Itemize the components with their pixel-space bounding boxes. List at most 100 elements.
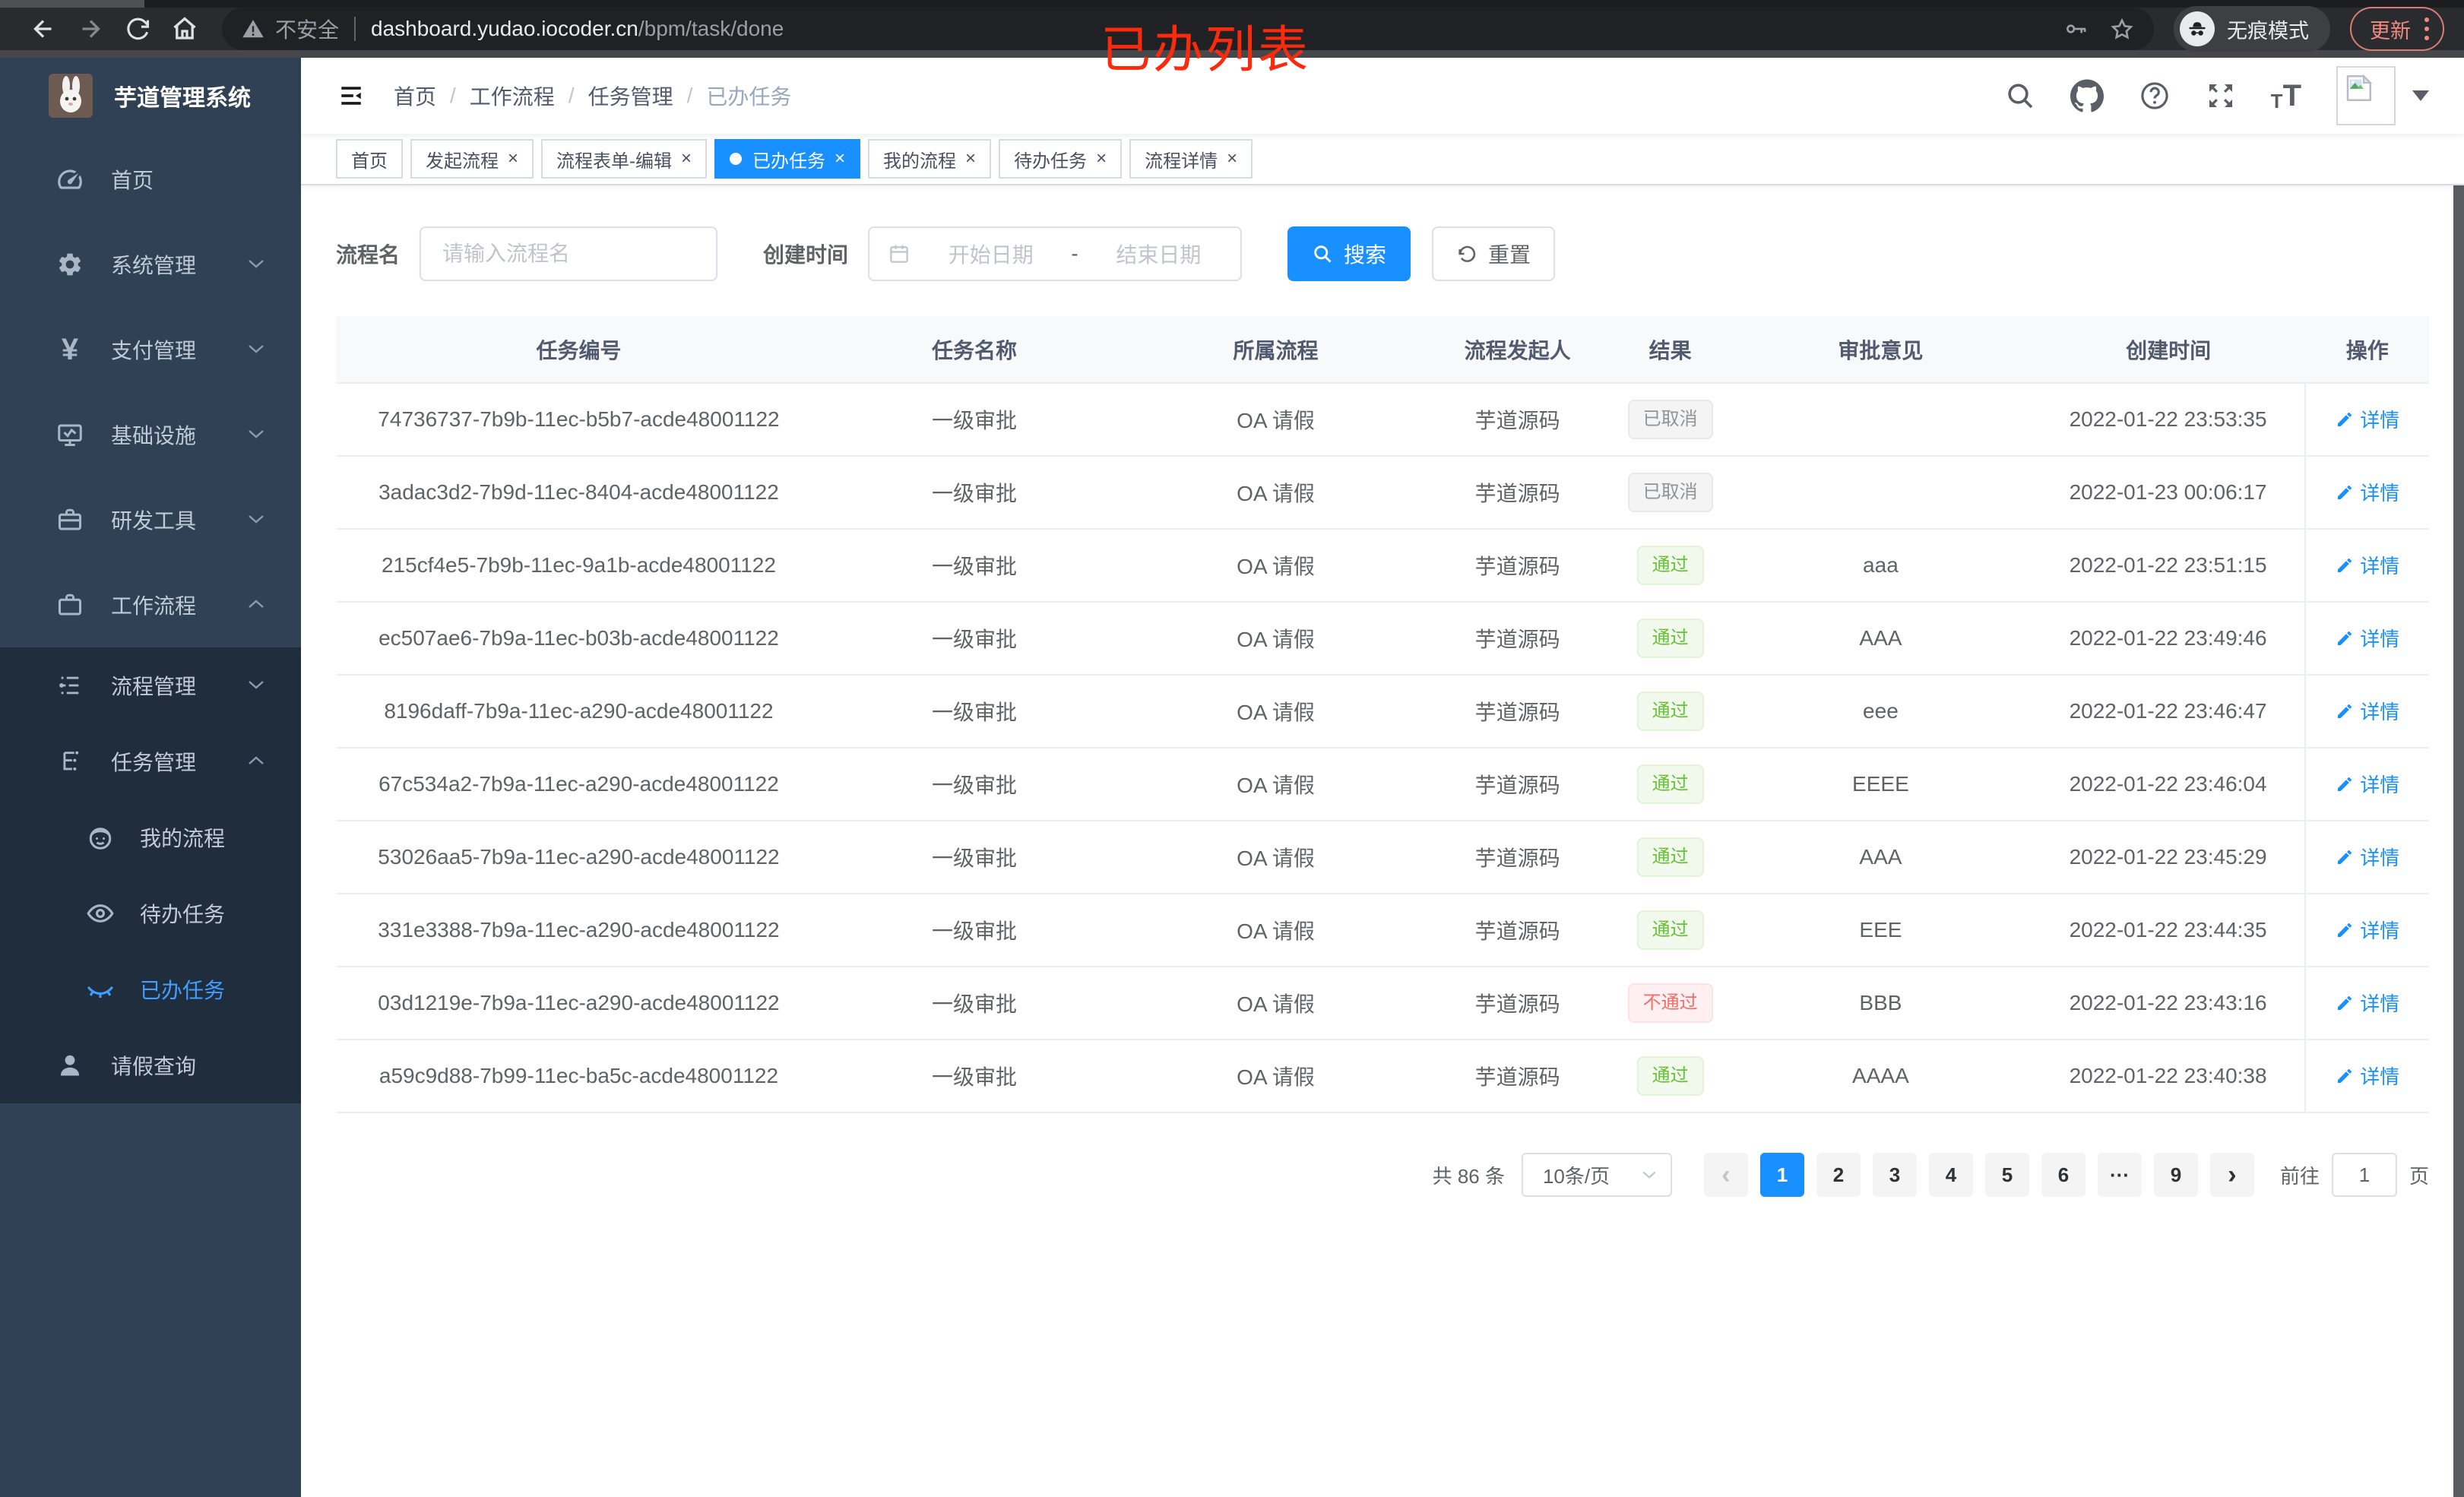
view-tab[interactable]: 首页 (336, 139, 403, 179)
avatar[interactable] (2336, 66, 2396, 125)
page-size-value[interactable]: 10条/页 (1543, 1161, 1610, 1189)
detail-button[interactable]: 详情 (2336, 916, 2399, 944)
sidebar-item-process-management[interactable]: 流程管理 (0, 647, 301, 723)
breadcrumb-task-management[interactable]: 任务管理 (588, 81, 673, 111)
view-tab-label[interactable]: 流程详情 (1145, 146, 1218, 172)
sidebar-item-payment[interactable]: ¥ 支付管理 (0, 307, 301, 392)
sidebar-item-todo-tasks[interactable]: 待办任务 (0, 875, 301, 951)
detail-button-label[interactable]: 详情 (2360, 989, 2399, 1017)
view-tab[interactable]: 待办任务 × (999, 139, 1123, 179)
browser-home-button[interactable] (161, 8, 208, 50)
tab-close-icon[interactable]: × (681, 148, 692, 169)
view-tab-label[interactable]: 待办任务 (1014, 146, 1087, 172)
view-tab[interactable]: 流程详情 × (1129, 139, 1253, 179)
tab-close-icon[interactable]: × (1227, 148, 1237, 169)
tab-close-icon[interactable]: × (835, 148, 845, 169)
url-path[interactable]: /bpm/task/done (638, 17, 784, 41)
detail-button-label[interactable]: 详情 (2360, 1062, 2399, 1090)
view-tab-label[interactable]: 已办任务 (752, 146, 825, 172)
view-tab[interactable]: 流程表单-编辑 × (541, 139, 708, 179)
pagination-next-button[interactable] (2209, 1153, 2254, 1197)
reset-button-label[interactable]: 重置 (1488, 239, 1531, 269)
detail-button[interactable]: 详情 (2336, 1062, 2399, 1090)
browser-update-button[interactable]: 更新 (2350, 7, 2444, 51)
page-scrollbar[interactable] (2453, 58, 2464, 1497)
page-size-select[interactable]: 10条/页 (1521, 1153, 1672, 1197)
detail-button[interactable]: 详情 (2336, 478, 2399, 506)
sidebar-item-done-tasks[interactable]: 已办任务 (0, 951, 301, 1027)
detail-button[interactable]: 详情 (2336, 770, 2399, 798)
detail-button-label[interactable]: 详情 (2360, 405, 2399, 433)
sidebar-item-leave-query[interactable]: 请假查询 (0, 1027, 301, 1103)
detail-button-label[interactable]: 详情 (2360, 624, 2399, 652)
sidebar-item-infrastructure[interactable]: 基础设施 (0, 392, 301, 477)
help-icon[interactable] (2139, 80, 2171, 112)
sidebar-item-system[interactable]: 系统管理 (0, 222, 301, 307)
detail-button-label[interactable]: 详情 (2360, 843, 2399, 871)
tab-close-icon[interactable]: × (1096, 148, 1107, 169)
browser-active-tab[interactable] (0, 0, 144, 8)
breadcrumb-home[interactable]: 首页 (394, 81, 436, 111)
tab-close-icon[interactable]: × (965, 148, 976, 169)
font-size-icon[interactable] (2271, 79, 2301, 113)
bookmark-star-icon[interactable] (2110, 17, 2134, 41)
sidebar-item-workflow[interactable]: 工作流程 (0, 562, 301, 647)
browser-reload-button[interactable] (114, 8, 161, 50)
detail-button[interactable]: 详情 (2336, 843, 2399, 871)
sidebar-collapse-button[interactable] (336, 83, 366, 109)
header-search-icon[interactable] (2005, 81, 2035, 111)
view-tab-label[interactable]: 我的流程 (883, 146, 956, 172)
pagination-page-button[interactable]: 3 (1872, 1153, 1917, 1197)
cell-process: OA 请假 (1127, 967, 1425, 1040)
view-tab[interactable]: 发起流程 × (410, 139, 534, 179)
reset-button[interactable]: 重置 (1432, 226, 1556, 281)
detail-button-label[interactable]: 详情 (2360, 697, 2399, 725)
pagination-page-button[interactable]: ··· (2097, 1153, 2142, 1197)
view-tab[interactable]: 我的流程 × (868, 139, 992, 179)
sidebar-logo-row[interactable]: 芋道管理系统 (0, 58, 301, 134)
view-tab-label[interactable]: 首页 (351, 146, 388, 172)
browser-forward-button[interactable] (67, 8, 114, 50)
update-label[interactable]: 更新 (2370, 14, 2411, 44)
view-tab-label[interactable]: 发起流程 (426, 146, 499, 172)
sidebar-item-dev-tools[interactable]: 研发工具 (0, 477, 301, 562)
end-date-placeholder[interactable]: 结束日期 (1095, 239, 1222, 269)
browser-menu-icon[interactable] (2424, 17, 2429, 40)
view-tab-label[interactable]: 流程表单-编辑 (556, 146, 672, 172)
pagination-page-button[interactable]: 4 (1928, 1153, 1973, 1197)
sidebar-item-home[interactable]: 首页 (0, 137, 301, 222)
detail-button[interactable]: 详情 (2336, 697, 2399, 725)
fullscreen-icon[interactable] (2206, 81, 2236, 111)
browser-back-button[interactable] (20, 8, 67, 50)
breadcrumb-workflow[interactable]: 工作流程 (470, 81, 555, 111)
view-tab[interactable]: 已办任务 × (714, 139, 861, 179)
github-icon[interactable] (2070, 79, 2104, 112)
tab-close-icon[interactable]: × (508, 148, 518, 169)
url-host[interactable]: dashboard.yudao.iocoder.cn (371, 17, 638, 41)
detail-button[interactable]: 详情 (2336, 624, 2399, 652)
sidebar-item-my-process[interactable]: 我的流程 (0, 799, 301, 875)
detail-button-label[interactable]: 详情 (2360, 916, 2399, 944)
process-name-input[interactable] (442, 242, 695, 266)
detail-button-label[interactable]: 详情 (2360, 478, 2399, 506)
pagination-page-button[interactable]: 2 (1816, 1153, 1861, 1197)
security-label[interactable]: 不安全 (275, 14, 339, 44)
sidebar-item-task-management[interactable]: 任务管理 (0, 723, 301, 799)
detail-button[interactable]: 详情 (2336, 989, 2399, 1017)
detail-button[interactable]: 详情 (2336, 551, 2399, 579)
pagination-page-button[interactable]: 9 (2153, 1153, 2198, 1197)
date-range-picker[interactable]: 开始日期 - 结束日期 (868, 226, 1243, 281)
search-button-label[interactable]: 搜索 (1344, 239, 1386, 269)
goto-page-input[interactable] (2331, 1153, 2397, 1197)
detail-button[interactable]: 详情 (2336, 405, 2399, 433)
password-key-icon[interactable] (2064, 17, 2089, 41)
user-menu[interactable] (2336, 66, 2429, 125)
start-date-placeholder[interactable]: 开始日期 (927, 239, 1054, 269)
detail-button-label[interactable]: 详情 (2360, 551, 2399, 579)
pagination-page-button[interactable]: 5 (1984, 1153, 2029, 1197)
pagination-prev-button[interactable] (1703, 1153, 1748, 1197)
search-button[interactable]: 搜索 (1287, 226, 1411, 281)
pagination-page-button[interactable]: 1 (1759, 1153, 1804, 1197)
detail-button-label[interactable]: 详情 (2360, 770, 2399, 798)
pagination-page-button[interactable]: 6 (2041, 1153, 2086, 1197)
